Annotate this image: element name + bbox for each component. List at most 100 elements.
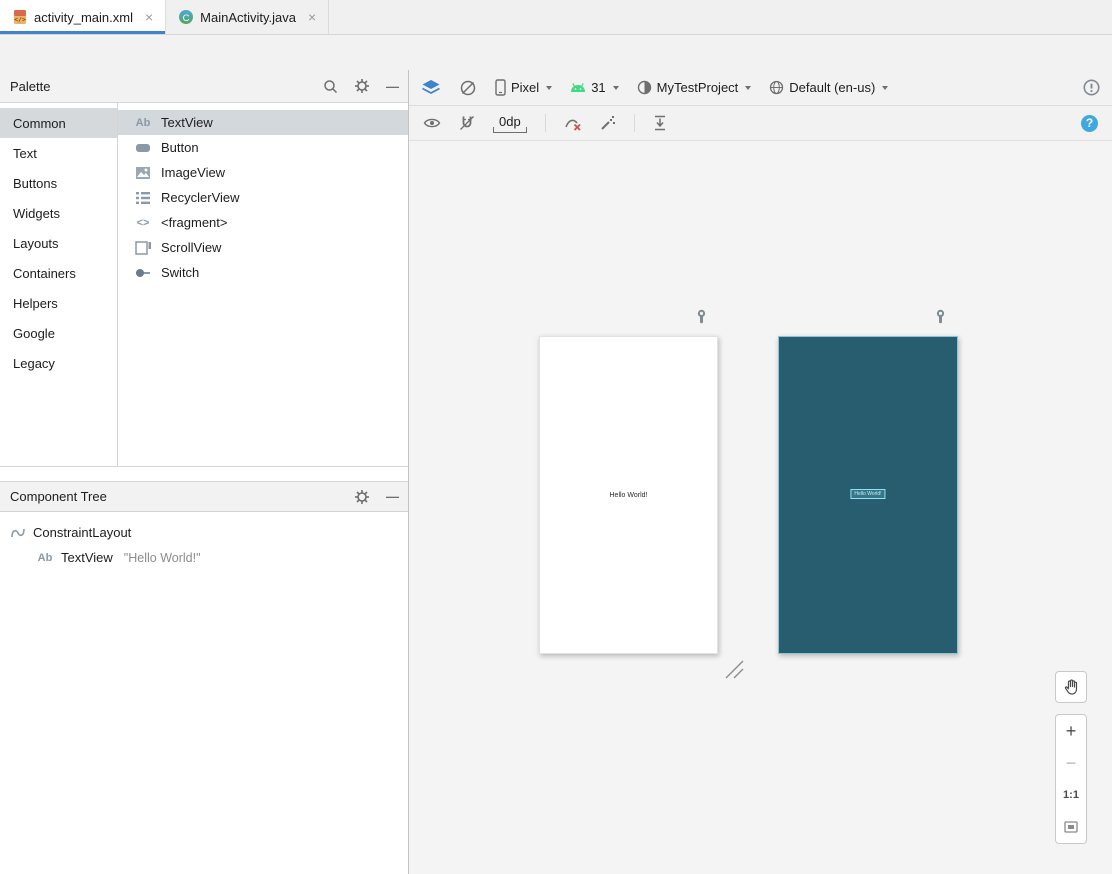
switch-icon — [134, 268, 152, 278]
help-icon[interactable]: ? — [1081, 114, 1098, 132]
device-selector[interactable]: Pixel — [495, 79, 553, 96]
blueprint-config-wrench-icon[interactable] — [935, 309, 947, 325]
design-editor: Pixel 31 MyTestProject Default (en-us) 0… — [409, 70, 1112, 874]
component-tree-title: Component Tree — [10, 489, 107, 504]
tab-label: MainActivity.java — [200, 9, 296, 25]
infer-constraints-wand-button[interactable] — [600, 115, 616, 131]
palette-category-common[interactable]: Common — [0, 108, 117, 138]
palette-category-helpers[interactable]: Helpers — [0, 288, 117, 318]
component-tree-header: Component Tree — — [0, 481, 408, 512]
palette-item-recyclerview[interactable]: RecyclerView — [118, 185, 408, 210]
java-class-icon: C — [178, 9, 194, 25]
theme-selector[interactable]: MyTestProject — [637, 80, 752, 95]
palette-item-fragment[interactable]: <> <fragment> — [118, 210, 408, 235]
globe-icon — [769, 80, 784, 95]
tab-activity-main-xml[interactable]: </> activity_main.xml × — [0, 0, 167, 34]
design-toolbar: Pixel 31 MyTestProject Default (en-us) — [409, 70, 1112, 106]
tree-item-textview[interactable]: Ab TextView "Hello World!" — [0, 545, 408, 570]
tab-mainactivity-java[interactable]: C MainActivity.java × — [166, 0, 330, 34]
tree-item-label: ConstraintLayout — [33, 525, 132, 540]
search-icon[interactable] — [323, 79, 338, 94]
left-panel: Palette — Common Text Buttons Widgets La… — [0, 70, 409, 874]
palette-category-buttons[interactable]: Buttons — [0, 168, 117, 198]
chevron-down-icon — [882, 85, 889, 90]
close-tab-icon[interactable]: × — [145, 10, 153, 24]
design-surface-button[interactable] — [421, 79, 441, 96]
tree-item-constraintlayout[interactable]: ConstraintLayout — [0, 520, 408, 545]
orientation-button[interactable] — [459, 79, 477, 97]
scrollview-icon — [134, 240, 152, 255]
zoom-button-group: + − 1:1 — [1055, 714, 1087, 844]
palette-category-containers[interactable]: Containers — [0, 258, 117, 288]
zoom-out-button[interactable]: − — [1056, 747, 1086, 779]
palette-item-imageview[interactable]: ImageView — [118, 160, 408, 185]
constraintlayout-icon — [10, 526, 26, 540]
gear-icon[interactable] — [354, 489, 370, 505]
close-tab-icon[interactable]: × — [308, 10, 316, 24]
palette-item-label: Button — [161, 140, 199, 155]
pack-align-button[interactable] — [653, 115, 667, 131]
palette-title: Palette — [10, 78, 51, 94]
zoom-to-fit-button[interactable] — [1056, 811, 1086, 843]
palette-category-legacy[interactable]: Legacy — [0, 348, 117, 378]
pan-hand-button[interactable] — [1055, 671, 1087, 703]
palette-item-switch[interactable]: Switch — [118, 260, 408, 285]
palette-item-button[interactable]: Button — [118, 135, 408, 160]
android-icon — [570, 82, 586, 93]
phone-icon — [495, 79, 506, 96]
palette-category-widgets[interactable]: Widgets — [0, 198, 117, 228]
minimize-icon[interactable]: — — [386, 79, 399, 94]
design-preview-surface[interactable]: Hello World! — [539, 336, 718, 654]
design-hello-world-textview[interactable]: Hello World! — [540, 492, 717, 499]
imageview-icon — [134, 166, 152, 180]
default-margin-button[interactable]: 0dp — [493, 114, 527, 133]
palette-item-scrollview[interactable]: ScrollView — [118, 235, 408, 260]
textview-icon: Ab — [37, 551, 53, 564]
design-config-wrench-icon[interactable] — [696, 309, 708, 325]
zoom-ratio-button[interactable]: 1:1 — [1056, 779, 1086, 811]
main-content: Palette — Common Text Buttons Widgets La… — [0, 70, 1112, 874]
panel-splitter[interactable] — [0, 467, 408, 481]
palette-item-label: ImageView — [161, 165, 226, 180]
gear-icon[interactable] — [354, 78, 370, 94]
zoom-controls: + − 1:1 — [1055, 671, 1087, 844]
palette: Common Text Buttons Widgets Layouts Cont… — [0, 103, 408, 467]
palette-category-google[interactable]: Google — [0, 318, 117, 348]
palette-category-layouts[interactable]: Layouts — [0, 228, 117, 258]
device-resize-handle[interactable] — [722, 657, 744, 682]
palette-header: Palette — — [0, 70, 408, 103]
palette-components: Ab TextView Button ImageView RecyclerVie… — [118, 103, 408, 466]
palette-item-label: RecyclerView — [161, 190, 240, 205]
autoconnect-magnet-button[interactable] — [459, 115, 475, 131]
locale-selector[interactable]: Default (en-us) — [769, 80, 889, 95]
palette-category-text[interactable]: Text — [0, 138, 117, 168]
xml-file-icon: </> — [12, 9, 28, 25]
api-level-selector[interactable]: 31 — [570, 80, 619, 95]
theme-icon — [637, 80, 652, 95]
device-label: Pixel — [511, 80, 540, 95]
button-icon — [134, 142, 152, 154]
tree-item-value: "Hello World!" — [123, 550, 201, 565]
issue-panel-button[interactable] — [1083, 79, 1100, 96]
palette-item-textview[interactable]: Ab TextView — [118, 110, 408, 135]
recyclerview-icon — [134, 191, 152, 205]
svg-text:</>: </> — [14, 16, 26, 24]
editor-tab-bar: </> activity_main.xml × C MainActivity.j… — [0, 0, 1112, 35]
palette-item-label: TextView — [161, 115, 213, 130]
navigation-bar-strip — [0, 35, 1112, 70]
palette-item-label: Switch — [161, 265, 200, 280]
palette-categories: Common Text Buttons Widgets Layouts Cont… — [0, 103, 118, 466]
tree-item-label: TextView — [61, 550, 113, 565]
svg-text:C: C — [183, 13, 190, 24]
clear-constraints-button[interactable] — [564, 115, 582, 131]
view-options-eye-button[interactable] — [423, 117, 441, 129]
zoom-in-button[interactable]: + — [1056, 715, 1086, 747]
api-level-label: 31 — [591, 80, 606, 95]
design-canvas[interactable]: Hello World! Hello World! + − 1:1 — [409, 141, 1112, 874]
palette-item-label: ScrollView — [161, 240, 222, 255]
blueprint-selected-textview[interactable]: Hello World! — [850, 489, 886, 499]
palette-item-label: <fragment> — [161, 215, 228, 230]
minimize-icon[interactable]: — — [386, 489, 399, 504]
blueprint-preview-surface[interactable]: Hello World! — [778, 336, 958, 654]
locale-label: Default (en-us) — [789, 80, 876, 95]
